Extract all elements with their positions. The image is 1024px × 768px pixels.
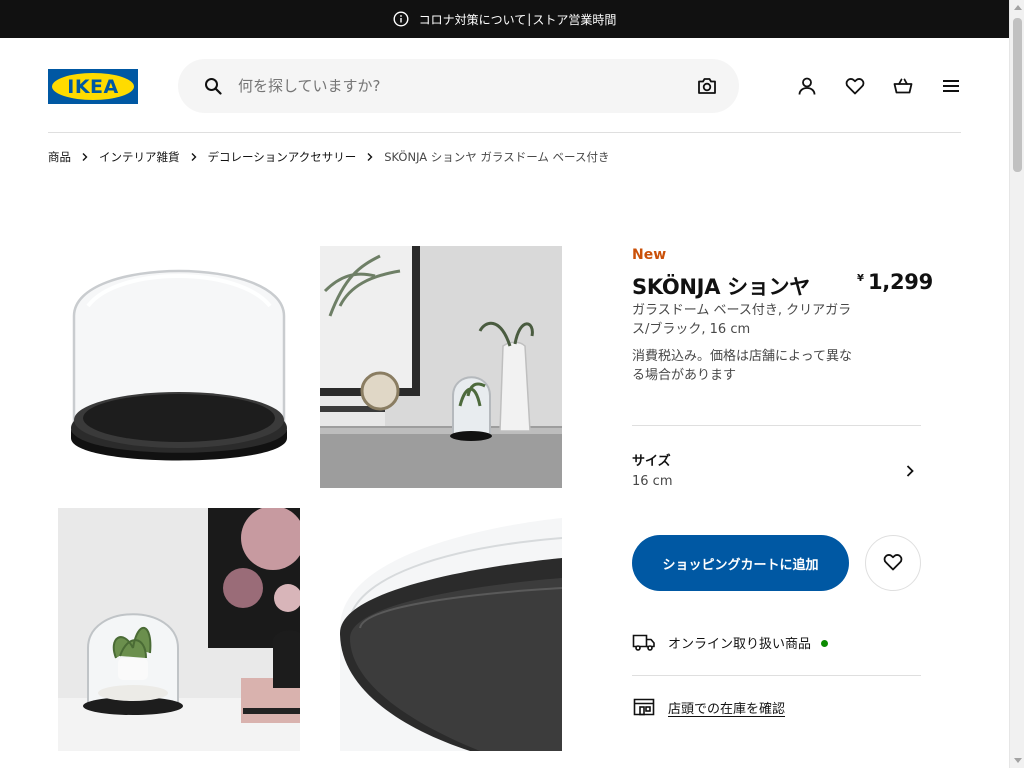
menu-icon[interactable] (941, 76, 961, 96)
tax-note: 消費税込み。価格は店舗によって異なる場合があります (632, 349, 852, 383)
chevron-right-icon (366, 152, 374, 162)
chevron-right-icon[interactable] (905, 463, 915, 477)
breadcrumb-item-decoration[interactable]: デコレーションアクセサリー (208, 149, 357, 165)
add-to-cart-button[interactable]: ショッピングカートに追加 (632, 535, 849, 591)
product-image-2[interactable] (320, 246, 562, 488)
header-divider (48, 132, 961, 133)
scroll-thumb[interactable] (1013, 18, 1022, 172)
store-icon (632, 697, 656, 717)
favorite-button[interactable] (865, 535, 921, 591)
product-image-3[interactable] (58, 508, 300, 751)
camera-icon[interactable] (697, 77, 717, 95)
store-hours-link[interactable]: ストア営業時間 (532, 11, 616, 28)
banner-separator: | (527, 12, 532, 26)
size-selector[interactable]: サイズ 16 cm (632, 426, 921, 514)
logo-oval: IKEA (52, 73, 134, 100)
size-value: 16 cm (632, 474, 673, 489)
scroll-up-icon[interactable] (1014, 5, 1022, 10)
product-name: SKÖNJA ションヤ (632, 275, 810, 299)
truck-icon (632, 632, 656, 652)
heart-icon (883, 552, 903, 575)
price-amount: 1,299 (867, 270, 933, 294)
logo-text: IKEA (67, 75, 119, 98)
online-text: オンライン取り扱い商品 (668, 636, 812, 652)
online-availability: オンライン取り扱い商品 (632, 632, 829, 652)
search-input[interactable] (238, 71, 678, 101)
search-bar[interactable] (178, 59, 739, 113)
covid-link[interactable]: コロナ対策について (419, 11, 527, 28)
top-banner: コロナ対策について | ストア営業時間 (0, 0, 1009, 38)
breadcrumb-item-current: SKÖNJA ションヤ ガラスドーム ベース付き (384, 150, 610, 164)
check-store-stock-link[interactable]: 店頭での在庫を確認 (668, 698, 785, 717)
product-price: ¥ 1,299 (857, 270, 933, 294)
cart-icon[interactable] (893, 76, 913, 96)
new-badge: New (632, 247, 667, 263)
store-stock[interactable]: 店頭での在庫を確認 (632, 697, 785, 717)
price-currency: ¥ (857, 273, 864, 284)
heart-icon[interactable] (845, 76, 865, 96)
availability-dot (821, 639, 829, 647)
ikea-logo[interactable]: IKEA (48, 69, 138, 104)
page-scrollbar[interactable] (1009, 0, 1024, 768)
product-description: ガラスドーム ベース付き, クリアガラス/ブラック, 16 cm (632, 303, 852, 337)
product-image-1[interactable] (58, 246, 300, 488)
product-image-4[interactable] (320, 508, 562, 751)
info-icon (393, 11, 409, 27)
scroll-down-icon[interactable] (1014, 758, 1022, 763)
chevron-right-icon (190, 152, 198, 162)
chevron-right-icon (81, 152, 89, 162)
search-icon[interactable] (204, 77, 222, 95)
breadcrumb-item-interior[interactable]: インテリア雑貨 (99, 149, 180, 165)
breadcrumb-item-products[interactable]: 商品 (48, 149, 71, 165)
breadcrumb: 商品 インテリア雑貨 デコレーションアクセサリー SKÖNJA ションヤ ガラス… (48, 149, 609, 165)
divider (632, 675, 921, 676)
user-icon[interactable] (797, 76, 817, 96)
size-label: サイズ (632, 454, 671, 469)
